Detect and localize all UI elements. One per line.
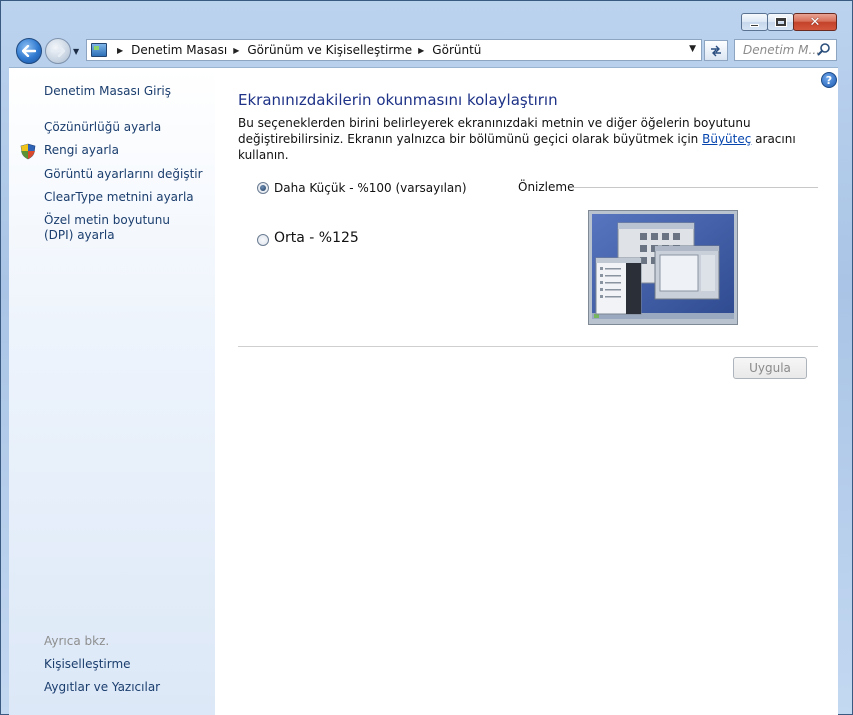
radio-medium[interactable]	[257, 233, 269, 246]
breadcrumb-control-panel[interactable]: Denetim Masası	[131, 43, 227, 57]
option-medium-label[interactable]: Orta - %125	[274, 230, 359, 246]
address-dropdown-icon[interactable]: ▼	[689, 44, 696, 54]
close-icon: ✕	[809, 14, 821, 30]
back-button[interactable]	[16, 38, 42, 64]
see-also-heading: Ayrıca bkz.	[44, 634, 110, 648]
control-panel-icon	[91, 43, 107, 57]
magnifier-link[interactable]: Büyüteç	[702, 132, 751, 146]
sidebar-item-custom-dpi[interactable]: Özel metin boyutunu (DPI) ayarla	[44, 213, 194, 243]
intro-text: Bu seçeneklerden birini belirleyerek ekr…	[238, 115, 822, 163]
display-preview-image	[588, 210, 738, 325]
refresh-button[interactable]	[704, 40, 728, 61]
section-divider	[238, 346, 818, 347]
maximize-button[interactable]	[767, 13, 794, 31]
search-icon[interactable]	[817, 42, 831, 56]
sidebar-item-display-settings[interactable]: Görüntü ayarlarını değiştir	[44, 167, 204, 182]
option-medium[interactable]: Orta - %125	[257, 230, 359, 246]
sidebar-item-cleartype[interactable]: ClearType metnini ayarla	[44, 190, 204, 205]
main-content: Ekranınızdakilerin okunmasını kolaylaştı…	[238, 68, 818, 715]
close-button[interactable]: ✕	[793, 13, 837, 31]
breadcrumb-appearance[interactable]: Görünüm ve Kişiselleştirme	[247, 43, 412, 57]
refresh-icon	[711, 45, 721, 56]
see-also-devices-printers[interactable]: Aygıtlar ve Yazıcılar	[44, 680, 204, 695]
address-bar[interactable]: ▶ Denetim Masası ▶ Görünüm ve Kişiselleş…	[86, 39, 702, 61]
sidebar-item-resolution[interactable]: Çözünürlüğü ayarla	[44, 120, 204, 135]
back-arrow-icon	[22, 45, 36, 57]
help-icon[interactable]: ?	[821, 72, 837, 88]
radio-smaller[interactable]	[257, 182, 269, 194]
minimize-icon	[750, 23, 759, 27]
option-smaller-label[interactable]: Daha Küçük - %100 (varsayılan)	[274, 181, 467, 195]
intro-text-part1: Bu seçeneklerden birini belirleyerek ekr…	[238, 116, 751, 146]
window-frame: ✕ ▼ ▶ Denetim Masası ▶ Görünüm ve Kişise…	[0, 0, 853, 715]
chevron-right-icon[interactable]: ▶	[418, 46, 424, 55]
preview-divider	[572, 187, 818, 188]
recent-pages-dropdown-icon[interactable]: ▼	[73, 47, 79, 56]
sidebar-home-link[interactable]: Denetim Masası Giriş	[44, 84, 204, 99]
caption-buttons: ✕	[741, 13, 837, 31]
breadcrumb-display[interactable]: Görüntü	[432, 43, 481, 57]
page-title: Ekranınızdakilerin okunmasını kolaylaştı…	[238, 91, 558, 109]
navigation-bar: ▼ ▶ Denetim Masası ▶ Görünüm ve Kişisell…	[1, 34, 853, 66]
chevron-right-icon[interactable]: ▶	[117, 46, 123, 55]
forward-arrow-icon	[51, 45, 65, 57]
apply-button[interactable]: Uygula	[733, 357, 807, 379]
sidebar-item-color[interactable]: Rengi ayarla	[44, 143, 204, 158]
search-input[interactable]: Denetim M...	[734, 39, 837, 61]
see-also-personalization[interactable]: Kişiselleştirme	[44, 657, 204, 672]
shield-icon	[20, 143, 36, 160]
forward-button[interactable]	[45, 38, 71, 64]
minimize-button[interactable]	[741, 13, 768, 31]
preview-label: Önizleme	[518, 180, 575, 194]
maximize-icon	[774, 17, 787, 27]
search-placeholder: Denetim M...	[743, 43, 820, 57]
client-area: Denetim Masası Giriş Çözünürlüğü ayarla …	[9, 67, 838, 715]
task-pane: Denetim Masası Giriş Çözünürlüğü ayarla …	[9, 68, 215, 715]
chevron-right-icon[interactable]: ▶	[233, 46, 239, 55]
option-smaller[interactable]: Daha Küçük - %100 (varsayılan)	[257, 181, 467, 195]
